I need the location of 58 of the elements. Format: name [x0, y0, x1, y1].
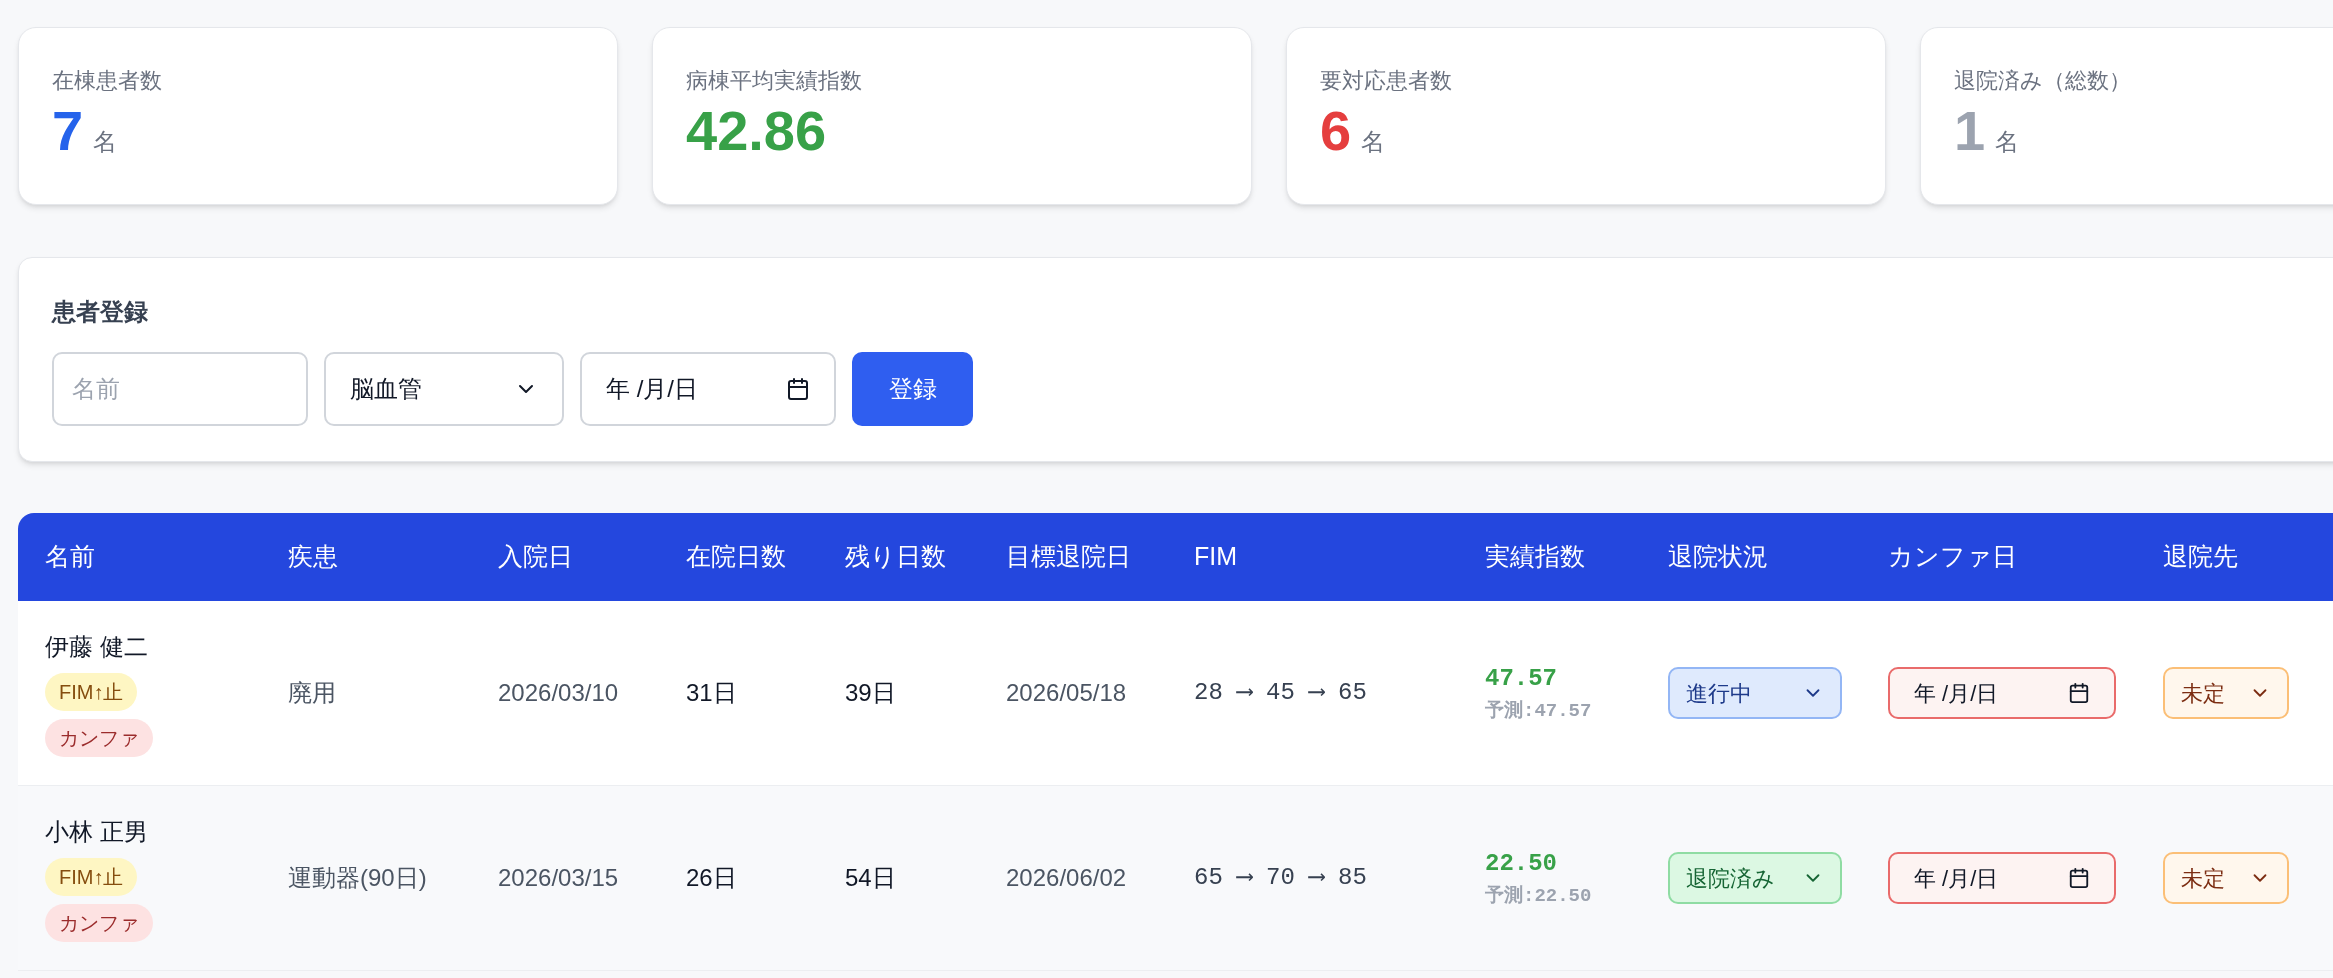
table-cell-text: 26日 — [686, 863, 738, 893]
stat-unit: 名 — [1995, 127, 2020, 157]
column-header: カンファ日 — [1888, 541, 2018, 573]
column-header: 入院日 — [498, 541, 574, 573]
stat-label: 病棟平均実績指数 — [686, 67, 863, 95]
disease-select[interactable]: 脳血管 — [324, 352, 564, 426]
discharge-status-select[interactable]: 進行中 — [1668, 667, 1842, 719]
panel-title: 患者登録 — [52, 297, 149, 327]
stat-unit: 名 — [1361, 127, 1386, 157]
predicted-index: 予測:22.50 — [1485, 883, 1593, 909]
performance-index: 22.50 — [1485, 848, 1558, 879]
fim-progression: 28 ⟶ 45 ⟶ 65 — [1194, 678, 1368, 708]
stat-label: 在棟患者数 — [52, 67, 163, 95]
calendar-icon — [2068, 867, 2090, 889]
table-cell-text: 運動器(90日) — [288, 863, 428, 893]
column-header: 疾患 — [288, 541, 339, 573]
performance-index: 47.57 — [1485, 663, 1558, 694]
table-cell-text: 2026/03/15 — [498, 863, 620, 893]
table-cell-text: 54日 — [845, 863, 897, 893]
stat-unit: 名 — [93, 127, 118, 157]
date-field[interactable]: 年 /月/日 — [1888, 852, 2116, 904]
stat-value: 1 — [1954, 103, 1986, 159]
calendar-icon — [786, 377, 810, 401]
column-header: 退院状況 — [1668, 541, 1769, 573]
destination-select[interactable]: 未定 — [2163, 667, 2289, 719]
destination-select[interactable]: 未定 — [2163, 852, 2289, 904]
register-button[interactable]: 登録 — [852, 352, 973, 426]
column-header: 実績指数 — [1485, 541, 1586, 573]
fim-progression: 65 ⟶ 70 ⟶ 85 — [1194, 863, 1368, 893]
table-cell-text: 2026/03/10 — [498, 678, 620, 708]
date-field[interactable]: 年 /月/日 — [580, 352, 836, 426]
stat-value: 42.86 — [686, 103, 827, 159]
table-cell-text: 2026/05/18 — [1006, 678, 1128, 708]
column-header: 在院日数 — [686, 541, 787, 573]
table-cell-text: 2026/06/02 — [1006, 863, 1128, 893]
column-header: 残り日数 — [845, 541, 947, 573]
column-header: 目標退院日 — [1006, 541, 1132, 573]
date-field[interactable]: 年 /月/日 — [1888, 667, 2116, 719]
status-tag: FIM↑止 — [45, 858, 138, 896]
stat-label: 退院済み（総数） — [1954, 67, 2132, 95]
table-cell-text: 廃用 — [288, 678, 337, 708]
table-cell-text: 31日 — [686, 678, 738, 708]
predicted-index: 予測:47.57 — [1485, 698, 1593, 724]
patient-name: 伊藤 健二 — [45, 632, 148, 662]
stat-value: 7 — [52, 103, 84, 159]
patient-name: 小林 正男 — [45, 817, 148, 847]
status-tag: カンファ — [45, 719, 153, 757]
column-header: 名前 — [45, 541, 96, 573]
calendar-icon — [2068, 682, 2090, 704]
status-tag: カンファ — [45, 904, 153, 942]
name-field[interactable]: 名前 — [52, 352, 308, 426]
column-header: 退院先 — [2163, 541, 2239, 573]
discharge-status-select[interactable]: 退院済み — [1668, 852, 1842, 904]
column-header: FIM — [1194, 541, 1239, 573]
table-cell-text: 39日 — [845, 678, 897, 708]
stat-value: 6 — [1320, 103, 1352, 159]
status-tag: FIM↑止 — [45, 673, 138, 711]
stat-label: 要対応患者数 — [1320, 67, 1453, 95]
